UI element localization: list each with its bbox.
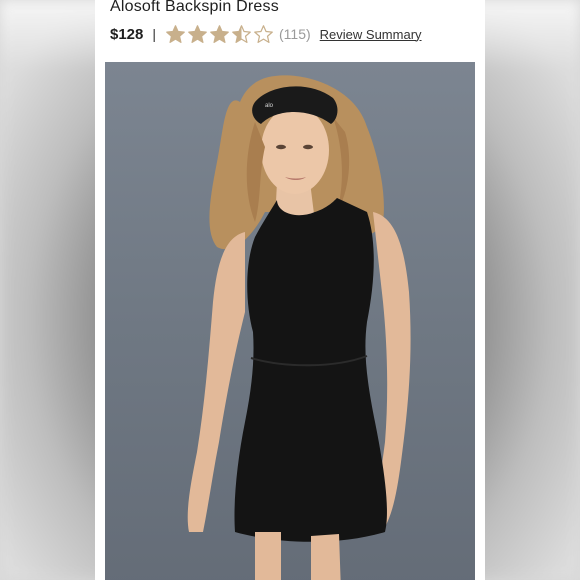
star-icon [232, 24, 251, 43]
product-title: Alosoft Backspin Dress [110, 0, 279, 15]
product-price: $128 [110, 25, 144, 43]
dress [234, 198, 387, 542]
price-rating-row: $128 | (115) Review Summary [110, 22, 422, 46]
star-icon [166, 24, 185, 43]
product-card: Alosoft Backspin Dress $128 | (115) Revi… [95, 0, 485, 580]
headband-logo: alo [265, 103, 274, 109]
star-rating[interactable] [165, 24, 274, 45]
product-image[interactable]: alo [105, 62, 475, 580]
star-icon [188, 24, 207, 43]
price-separator: | [152, 26, 157, 42]
star-icon [210, 24, 229, 43]
review-count: (115) [279, 26, 311, 42]
model-photo: alo [187, 75, 411, 580]
face [261, 106, 329, 194]
star-icon [254, 24, 273, 43]
review-summary-link[interactable]: Review Summary [320, 27, 422, 42]
